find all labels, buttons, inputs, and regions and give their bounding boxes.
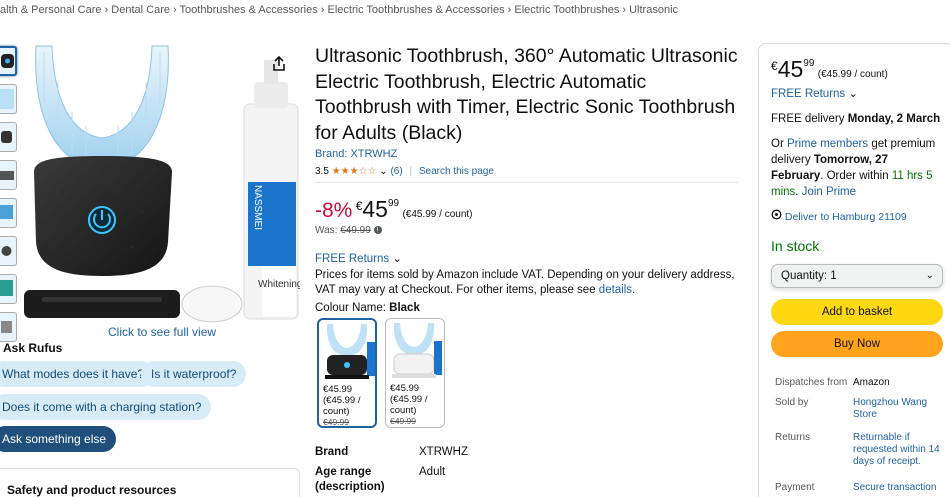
detail-key: Sold by bbox=[775, 397, 809, 408]
delivery-info: FREE delivery Monday, 2 March bbox=[771, 111, 941, 127]
vat-details-link[interactable]: details bbox=[599, 284, 632, 296]
deliver-to-link[interactable]: Deliver to Hamburg 21109 bbox=[785, 211, 907, 223]
thumbnail[interactable] bbox=[0, 198, 17, 228]
bottle-brand-text: NASSMEI bbox=[252, 185, 263, 230]
add-to-basket-button[interactable]: Add to basket bbox=[771, 299, 943, 325]
join-prime-link[interactable]: Join Prime bbox=[802, 186, 856, 198]
swatch-image bbox=[388, 321, 442, 379]
breadcrumb[interactable]: alth & Personal Care › Dental Care › Too… bbox=[0, 4, 678, 16]
price-cents: 99 bbox=[387, 198, 400, 209]
colour-name-row: Colour Name: Black bbox=[315, 302, 420, 314]
free-returns-label: FREE Returns bbox=[771, 88, 846, 100]
rating-row: 3.5 ★★★☆☆ ⌄ (6) | Search this page bbox=[315, 166, 494, 177]
safety-heading: Safety and product resources bbox=[7, 483, 177, 497]
buy-box: €4599 (€45.99 / count) FREE Returns ⌄ FR… bbox=[758, 43, 950, 497]
swatch-unit-price: (€45.99 / count) bbox=[390, 394, 428, 416]
price-block: -8% €4599 (€45.99 / count) bbox=[315, 196, 473, 223]
location-pin-icon bbox=[771, 209, 782, 223]
thumbnail[interactable] bbox=[0, 122, 17, 152]
detail-key: Payment bbox=[775, 482, 815, 493]
colour-swatch-white[interactable]: €45.99 (€45.99 / count) €49.99 bbox=[385, 318, 445, 428]
rufus-chip[interactable]: Does it come with a charging station? bbox=[0, 394, 212, 420]
thumbnail[interactable] bbox=[0, 160, 17, 190]
price-whole: 45 bbox=[777, 56, 804, 82]
ask-something-else-button[interactable]: Ask something else bbox=[0, 426, 117, 452]
brand-link[interactable]: Brand: XTRWHZ bbox=[315, 148, 397, 160]
prime-delivery-info: Or Prime members get premium delivery To… bbox=[771, 138, 936, 198]
quantity-value: Quantity: 1 bbox=[781, 270, 837, 282]
prime-or: Or bbox=[771, 138, 784, 150]
delivery-date: Monday, 2 March bbox=[847, 113, 941, 125]
spec-key: Age range (description) bbox=[315, 466, 385, 493]
chevron-down-icon[interactable]: ⌄ bbox=[379, 166, 387, 177]
buybox-price: €4599 (€45.99 / count) bbox=[771, 56, 941, 83]
product-title: Ultrasonic Toothbrush, 360° Automatic Ul… bbox=[315, 45, 738, 144]
search-page-link[interactable]: Search this page bbox=[419, 166, 494, 177]
swatch-image bbox=[321, 322, 375, 380]
was-price: €49.99 bbox=[340, 225, 371, 236]
bottle-label-text: Whitening bbox=[258, 279, 300, 290]
was-label: Was: bbox=[315, 225, 338, 236]
price-currency: € bbox=[355, 199, 363, 213]
was-price-row: Was: €49.99 i bbox=[315, 225, 382, 236]
deliver-to-location[interactable]: Deliver to Hamburg 21109 bbox=[771, 209, 941, 225]
detail-key: Dispatches from bbox=[775, 377, 848, 388]
chevron-down-icon: ⌄ bbox=[925, 270, 934, 281]
colour-label: Colour Name: bbox=[315, 302, 386, 314]
discount-percent: -8% bbox=[315, 199, 353, 222]
order-within: Order within bbox=[826, 170, 889, 182]
review-count-link[interactable]: (6) bbox=[390, 166, 402, 177]
vat-notice: Prices for items sold by Amazon include … bbox=[315, 269, 735, 296]
safety-resources-section[interactable]: Safety and product resources bbox=[0, 468, 300, 497]
info-icon[interactable]: i bbox=[373, 226, 382, 235]
free-returns-link[interactable]: FREE Returns ⌄ bbox=[771, 86, 941, 102]
share-icon[interactable] bbox=[271, 55, 287, 75]
seller-link[interactable]: Hongzhou Wang Store bbox=[853, 397, 943, 421]
returns-policy-link[interactable]: Returnable if requested within 14 days o… bbox=[853, 432, 943, 468]
thumbnail-strip bbox=[0, 46, 18, 350]
swatch-unit-price: (€45.99 / count) bbox=[323, 395, 361, 417]
payment-link[interactable]: Secure transaction bbox=[853, 482, 943, 494]
chevron-down-icon: ⌄ bbox=[848, 88, 858, 100]
delivery-prefix: FREE delivery bbox=[771, 113, 845, 125]
star-rating-icon[interactable]: ★★★☆☆ bbox=[332, 166, 377, 177]
unit-price: (€45.99 / count) bbox=[817, 69, 888, 80]
swatch-price: €45.99 bbox=[390, 383, 420, 394]
rufus-chip[interactable]: What modes does it have? bbox=[0, 361, 155, 387]
chevron-down-icon: ⌄ bbox=[392, 253, 402, 265]
colour-value: Black bbox=[389, 302, 420, 314]
vat-text: Prices for items sold by Amazon include … bbox=[315, 269, 735, 296]
main-product-image[interactable]: NASSMEI Whitening bbox=[22, 42, 302, 327]
detail-key: Returns bbox=[775, 432, 811, 443]
buy-now-button[interactable]: Buy Now bbox=[771, 331, 943, 357]
free-returns-link[interactable]: FREE Returns ⌄ bbox=[315, 251, 402, 265]
thumbnail[interactable] bbox=[0, 46, 17, 76]
unit-price: (€45.99 / count) bbox=[402, 209, 473, 220]
thumbnail[interactable] bbox=[0, 84, 17, 114]
detail-value: Amazon bbox=[853, 377, 890, 388]
price-cents: 99 bbox=[803, 58, 815, 69]
prime-members-link[interactable]: Prime members bbox=[787, 138, 868, 150]
swatch-was-price: €49.99 bbox=[323, 417, 349, 427]
swatch-price: €45.99 bbox=[323, 384, 353, 395]
colour-swatch-black[interactable]: €45.99 (€45.99 / count) €49.99 bbox=[317, 318, 377, 428]
divider: | bbox=[409, 166, 413, 177]
full-view-link[interactable]: Click to see full view bbox=[108, 325, 216, 339]
spec-value: XTRWHZ bbox=[419, 446, 468, 458]
rufus-chip[interactable]: Is it waterproof? bbox=[141, 361, 247, 387]
rating-value: 3.5 bbox=[315, 166, 329, 177]
price-whole: 45 bbox=[362, 196, 388, 222]
thumbnail[interactable] bbox=[0, 312, 17, 342]
rufus-title: Ask Rufus bbox=[3, 341, 63, 355]
divider bbox=[315, 182, 739, 183]
thumbnail[interactable] bbox=[0, 274, 17, 304]
spec-value: Adult bbox=[419, 466, 446, 478]
swatch-was-price: €49.99 bbox=[390, 416, 416, 426]
quantity-select[interactable]: Quantity: 1 ⌄ bbox=[771, 264, 943, 288]
spec-key: Brand bbox=[315, 446, 349, 458]
thumbnail[interactable] bbox=[0, 236, 17, 266]
price-currency: € bbox=[771, 59, 778, 73]
stock-status: In stock bbox=[771, 238, 820, 254]
free-returns-label: FREE Returns bbox=[315, 253, 390, 265]
